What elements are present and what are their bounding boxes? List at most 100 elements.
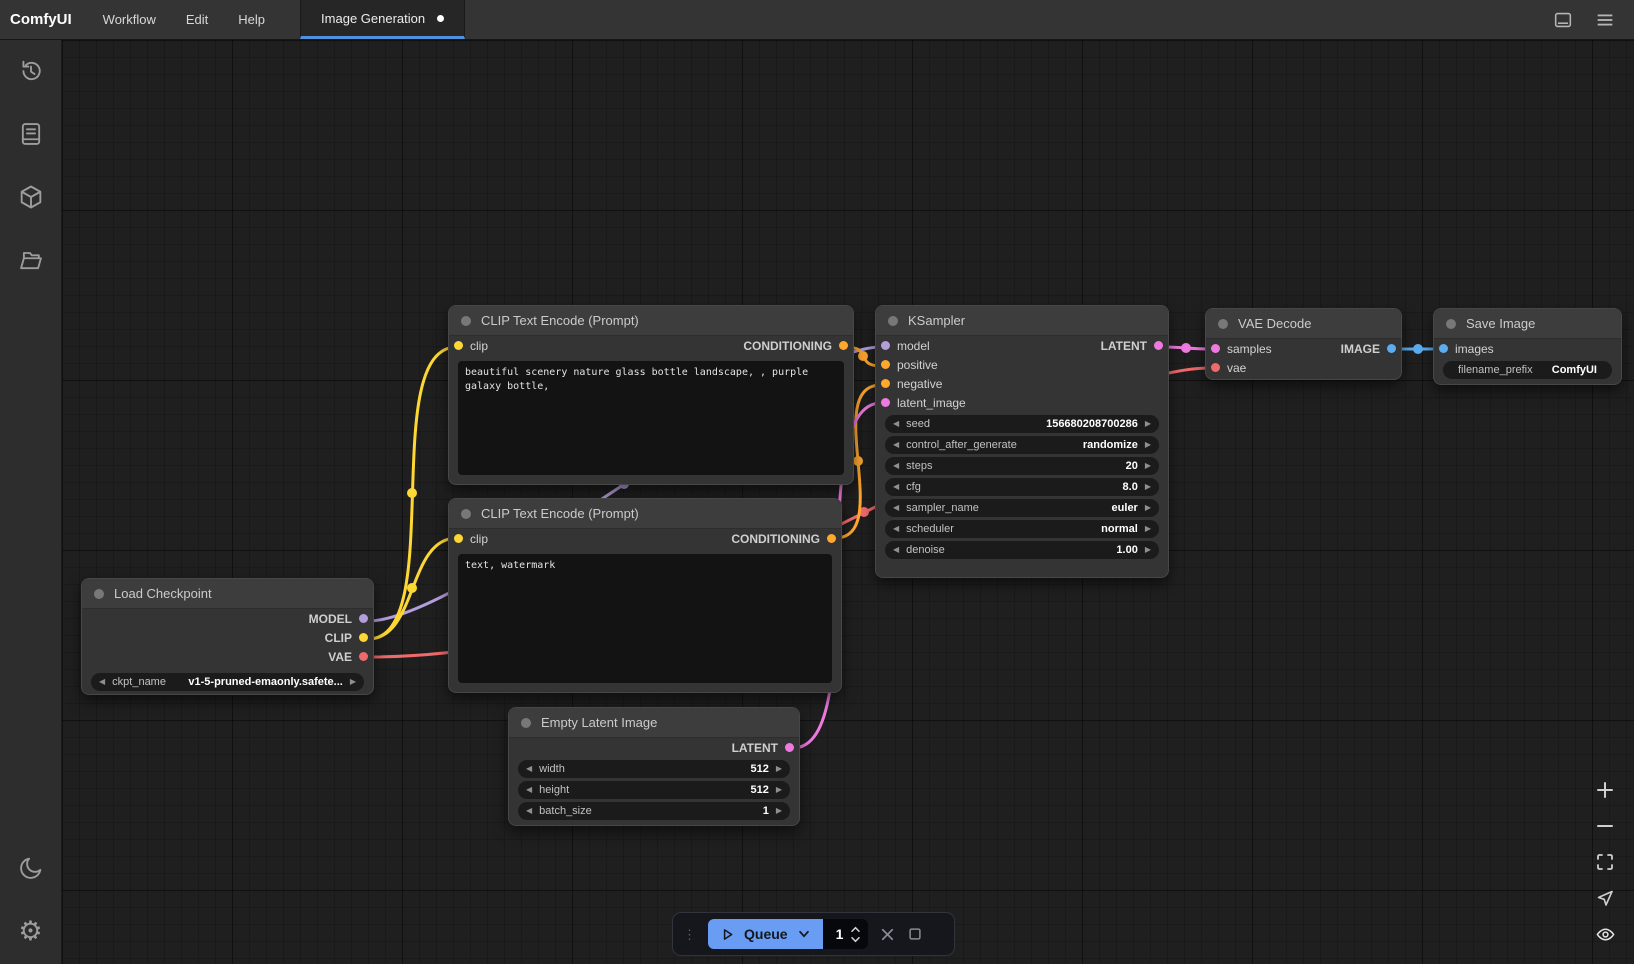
increment-arrow-icon[interactable]: ▶: [1145, 483, 1151, 491]
collapse-dot[interactable]: [94, 589, 104, 599]
widget-batch-size[interactable]: ◀ batch_size 1 ▶: [518, 802, 790, 820]
decrement-arrow-icon[interactable]: ◀: [893, 462, 899, 470]
increment-arrow-icon[interactable]: ▶: [776, 765, 782, 773]
decrement-arrow-icon[interactable]: ◀: [893, 546, 899, 554]
batch-count-field[interactable]: 1: [823, 919, 869, 949]
decrement-arrow-icon[interactable]: ◀: [893, 420, 899, 428]
node-header[interactable]: KSampler: [876, 306, 1168, 336]
node-vae-decode[interactable]: VAE Decode samples IMAGE vae: [1205, 308, 1402, 380]
output-port-latent[interactable]: [785, 743, 794, 752]
increment-arrow-icon[interactable]: ▶: [776, 807, 782, 815]
input-port-positive[interactable]: [881, 360, 890, 369]
input-port-latent-image[interactable]: [881, 398, 890, 407]
input-port-clip[interactable]: [454, 341, 463, 350]
widget-sampler-name[interactable]: ◀ sampler_name euler ▶: [885, 499, 1159, 517]
decrement-arrow-icon[interactable]: ◀: [526, 786, 532, 794]
output-port-clip[interactable]: [359, 633, 368, 642]
model-library-icon[interactable]: [16, 182, 46, 212]
widget-denoise[interactable]: ◀ denoise 1.00 ▶: [885, 541, 1159, 559]
widget-cfg[interactable]: ◀ cfg 8.0 ▶: [885, 478, 1159, 496]
fit-view-icon[interactable]: [1592, 850, 1618, 874]
widget-width[interactable]: ◀ width 512 ▶: [518, 760, 790, 778]
input-port-clip[interactable]: [454, 534, 463, 543]
node-header[interactable]: VAE Decode: [1206, 309, 1401, 339]
zoom-in-icon[interactable]: [1592, 778, 1618, 802]
toolbar-drag-handle[interactable]: ⋮: [683, 928, 697, 941]
node-header[interactable]: Save Image: [1434, 309, 1621, 339]
menu-workflow[interactable]: Workflow: [88, 0, 171, 39]
select-mode-pointer-icon[interactable]: [1592, 886, 1618, 910]
node-header[interactable]: CLIP Text Encode (Prompt): [449, 499, 841, 529]
next-option-arrow-icon[interactable]: ▶: [350, 678, 356, 686]
increment-arrow-icon[interactable]: ▶: [1145, 441, 1151, 449]
theme-toggle-moon-icon[interactable]: [16, 853, 46, 883]
widget-height[interactable]: ◀ height 512 ▶: [518, 781, 790, 799]
prompt-textarea[interactable]: beautiful scenery nature glass bottle la…: [458, 361, 844, 475]
collapse-dot[interactable]: [1218, 319, 1228, 329]
node-header[interactable]: Load Checkpoint: [82, 579, 373, 609]
settings-gear-icon[interactable]: ⚙: [16, 916, 46, 946]
toggle-visibility-eye-icon[interactable]: [1592, 922, 1618, 946]
zoom-out-icon[interactable]: [1592, 814, 1618, 838]
output-port-conditioning[interactable]: [827, 534, 836, 543]
clear-queue-icon[interactable]: [907, 926, 923, 942]
node-library-icon[interactable]: [16, 119, 46, 149]
output-port-conditioning[interactable]: [839, 341, 848, 350]
node-header[interactable]: Empty Latent Image: [509, 708, 799, 738]
menu-help[interactable]: Help: [223, 0, 280, 39]
input-port-model[interactable]: [881, 341, 890, 350]
increment-arrow-icon[interactable]: ▶: [1145, 462, 1151, 470]
chevron-down-icon[interactable]: [797, 927, 811, 941]
node-load-checkpoint[interactable]: Load Checkpoint MODEL CLIP VAE ◀ ckpt_na…: [81, 578, 374, 695]
input-port-negative[interactable]: [881, 379, 890, 388]
decrement-arrow-icon[interactable]: ◀: [893, 441, 899, 449]
increment-arrow-icon[interactable]: ▶: [776, 786, 782, 794]
collapse-dot[interactable]: [1446, 319, 1456, 329]
prompt-textarea[interactable]: text, watermark: [458, 554, 832, 683]
widget-seed[interactable]: ◀ seed 156680208700286 ▶: [885, 415, 1159, 433]
collapse-dot[interactable]: [521, 718, 531, 728]
widget-scheduler[interactable]: ◀ scheduler normal ▶: [885, 520, 1159, 538]
input-port-images[interactable]: [1439, 344, 1448, 353]
output-port-model[interactable]: [359, 614, 368, 623]
decrement-arrow-icon[interactable]: ◀: [893, 504, 899, 512]
node-empty-latent-image[interactable]: Empty Latent Image LATENT ◀ width 512 ▶ …: [508, 707, 800, 826]
widget-filename-prefix[interactable]: filename_prefix ComfyUI: [1443, 361, 1612, 379]
collapse-dot[interactable]: [461, 316, 471, 326]
node-ksampler[interactable]: KSampler model LATENT positive negative …: [875, 305, 1169, 578]
node-clip-text-encode-positive[interactable]: CLIP Text Encode (Prompt) clip CONDITION…: [448, 305, 854, 485]
output-port-latent[interactable]: [1154, 341, 1163, 350]
node-save-image[interactable]: Save Image images filename_prefix ComfyU…: [1433, 308, 1622, 385]
tab-image-generation[interactable]: Image Generation: [300, 0, 465, 39]
output-port-vae[interactable]: [359, 652, 368, 661]
menu-edit[interactable]: Edit: [171, 0, 223, 39]
increment-arrow-icon[interactable]: ▶: [1145, 420, 1151, 428]
decrement-arrow-icon[interactable]: ◀: [893, 525, 899, 533]
prev-option-arrow-icon[interactable]: ◀: [99, 678, 105, 686]
decrement-arrow-icon[interactable]: ◀: [893, 483, 899, 491]
decrement-arrow-icon[interactable]: ◀: [526, 807, 532, 815]
cancel-run-icon[interactable]: [879, 926, 896, 943]
widget-steps[interactable]: ◀ steps 20 ▶: [885, 457, 1159, 475]
widget-control-after-generate[interactable]: ◀ control_after_generate randomize ▶: [885, 436, 1159, 454]
workflows-folder-icon[interactable]: [16, 245, 46, 275]
increment-arrow-icon[interactable]: ▶: [1145, 504, 1151, 512]
queue-history-icon[interactable]: [16, 56, 46, 86]
queue-button[interactable]: Queue: [708, 919, 823, 949]
bottom-panel-toggle-icon[interactable]: [1552, 9, 1574, 31]
increment-arrow-icon[interactable]: ▶: [1145, 525, 1151, 533]
node-header[interactable]: CLIP Text Encode (Prompt): [449, 306, 853, 336]
collapse-dot[interactable]: [461, 509, 471, 519]
decrement-arrow-icon[interactable]: ◀: [526, 765, 532, 773]
increment-arrow-icon[interactable]: ▶: [1145, 546, 1151, 554]
widget-ckpt-name[interactable]: ◀ ckpt_name v1-5-pruned-emaonly.safete..…: [91, 673, 364, 691]
node-graph-canvas[interactable]: CLIP Text Encode (Prompt) clip CONDITION…: [62, 40, 1634, 964]
input-port-vae[interactable]: [1211, 363, 1220, 372]
collapse-dot[interactable]: [888, 316, 898, 326]
count-increment-icon[interactable]: [850, 926, 861, 933]
node-clip-text-encode-negative[interactable]: CLIP Text Encode (Prompt) clip CONDITION…: [448, 498, 842, 693]
hamburger-menu-icon[interactable]: [1594, 9, 1616, 31]
input-port-samples[interactable]: [1211, 344, 1220, 353]
count-decrement-icon[interactable]: [850, 936, 861, 943]
output-port-image[interactable]: [1387, 344, 1396, 353]
